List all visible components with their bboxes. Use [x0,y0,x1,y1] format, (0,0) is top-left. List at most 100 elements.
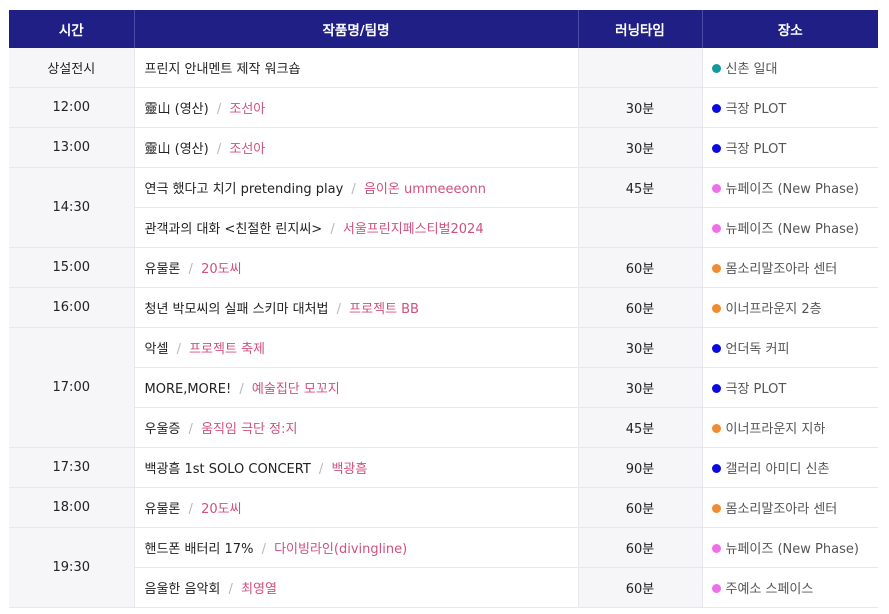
header-work: 작품명/팀명 [133,10,578,48]
team-name: 음이온 ummeeeonn [363,182,486,197]
venue-cell[interactable]: 신촌 일대 [702,48,878,88]
work-title: 유물론 [144,502,181,517]
team-name: 움직임 극단 정:지 [201,422,298,437]
time-cell: 14:30 [9,167,135,248]
work-cell: MORE,MORE! / 예술집단 모꼬지 [134,367,578,408]
separator: / [330,222,335,237]
venue-name: 뉴페이즈 (New Phase) [725,182,859,197]
team-name: 20도씨 [201,262,242,277]
work-cell: 관객과의 대화 <친절한 린지씨> / 서울프린지페스티벌2024 [134,207,578,248]
time-cell: 17:00 [9,327,135,448]
runtime-cell [577,207,703,248]
time-cell: 18:00 [9,487,135,528]
table-row: 15:00 유물론 / 20도씨 60분 몸소리말조아라 센터 [9,247,878,288]
separator: / [351,182,356,197]
team-name: 백광흠 [331,462,368,477]
venue-cell[interactable]: 이너프라운지 지하 [702,407,878,448]
venue-cell[interactable]: 몸소리말조아라 센터 [702,247,878,288]
work-cell: 청년 박모씨의 실패 스키마 대처법 / 프로젝트 BB [134,287,578,328]
venue-dot-icon [711,344,721,353]
table-row: 14:30 연극 했다고 치기 pretending play / 음이온 um… [9,167,878,248]
venue-dot-icon [711,464,721,473]
table-body: 상설전시 프린지 안내멘트 제작 워크숍 신촌 일대 12:00 靈山 (영산)… [9,48,878,608]
venue-name: 주예소 스페이스 [725,582,814,597]
venue-name: 신촌 일대 [725,62,778,77]
work-title: 프린지 안내멘트 제작 워크숍 [144,62,301,77]
table-row: 19:30 핸드폰 배터리 17% / 다이빙라인(divingline) 60… [9,527,878,608]
work-title: 관객과의 대화 <친절한 린지씨> [144,222,323,237]
time-cell: 17:30 [9,447,135,488]
team-name: 최영열 [241,582,277,597]
venue-cell[interactable]: 이너프라운지 2층 [702,287,878,328]
team-name: 20도씨 [201,502,242,517]
venue-dot-icon [711,64,721,73]
work-title: 청년 박모씨의 실패 스키마 대처법 [144,302,329,317]
runtime-cell: 60분 [577,247,703,288]
table-row: 16:00 청년 박모씨의 실패 스키마 대처법 / 프로젝트 BB 60분 이… [9,287,878,328]
runtime-cell: 30분 [577,127,703,168]
venue-name: 극장 PLOT [725,102,787,117]
table-row: MORE,MORE! / 예술집단 모꼬지 30분 극장 PLOT [9,367,878,408]
separator: / [239,382,244,397]
venue-cell[interactable]: 몸소리말조아라 센터 [702,487,878,528]
separator: / [188,502,193,517]
table-header-row: 시간 작품명/팀명 러닝타임 장소 [9,10,878,48]
table-row: 17:30 백광흠 1st SOLO CONCERT / 백광흠 90분 갤러리… [9,447,878,488]
venue-cell[interactable]: 뉴페이즈 (New Phase) [702,207,878,248]
work-title: 우울증 [144,422,181,437]
team-name: 조선아 [229,102,266,117]
runtime-cell: 45분 [577,407,703,448]
work-title: MORE,MORE! [144,382,232,397]
venue-cell[interactable]: 언더독 커피 [702,327,878,368]
runtime-cell: 60분 [577,487,703,528]
venue-dot-icon [711,504,721,513]
venue-cell[interactable]: 뉴페이즈 (New Phase) [702,167,878,208]
schedule-page: 시간 작품명/팀명 러닝타임 장소 상설전시 프린지 안내멘트 제작 워크숍 신… [0,0,889,614]
table-row: 17:00 악셀 / 프로젝트 축제 30분 언더독 커피 [9,327,878,448]
work-title: 핸드폰 배터리 17% [144,542,254,557]
venue-cell[interactable]: 극장 PLOT [702,367,878,408]
venue-name: 갤러리 아미디 신촌 [725,462,830,477]
venue-name: 극장 PLOT [725,142,787,157]
work-cell: 靈山 (영산) / 조선아 [134,127,578,168]
venue-dot-icon [711,264,721,273]
separator: / [318,462,324,477]
venue-dot-icon [711,224,721,233]
table-row: 우울증 / 움직임 극단 정:지 45분 이너프라운지 지하 [9,407,878,448]
venue-cell[interactable]: 극장 PLOT [702,127,878,168]
time-cell: 19:30 [9,527,135,608]
venue-cell[interactable]: 갤러리 아미디 신촌 [702,447,878,488]
team-name: 조선아 [229,142,266,157]
runtime-cell: 45분 [577,167,703,208]
runtime-cell: 60분 [577,287,703,328]
time-cell: 15:00 [9,247,135,288]
work-cell: 靈山 (영산) / 조선아 [134,87,578,128]
separator: / [216,102,222,117]
work-cell: 유물론 / 20도씨 [134,247,578,288]
work-cell: 악셀 / 프로젝트 축제 [134,327,578,368]
venue-dot-icon [711,584,721,593]
table-row: 12:00 靈山 (영산) / 조선아 30분 극장 PLOT [9,87,878,128]
runtime-cell [577,48,703,88]
runtime-cell: 90분 [577,447,703,488]
time-cell: 13:00 [9,127,135,168]
work-cell: 유물론 / 20도씨 [134,487,578,528]
header-runtime: 러닝타임 [577,10,702,48]
venue-cell[interactable]: 주예소 스페이스 [702,567,878,608]
venue-cell[interactable]: 뉴페이즈 (New Phase) [702,527,878,568]
venue-name: 이너프라운지 2층 [725,302,822,317]
work-title: 靈山 (영산) [144,102,209,117]
venue-dot-icon [711,544,721,553]
table-row: 13:00 靈山 (영산) / 조선아 30분 극장 PLOT [9,127,878,168]
runtime-cell: 60분 [577,567,703,608]
work-title: 백광흠 1st SOLO CONCERT [144,462,311,477]
table-row: 상설전시 프린지 안내멘트 제작 워크숍 신촌 일대 [9,48,878,88]
work-title: 연극 했다고 치기 pretending play [144,182,344,197]
separator: / [176,342,181,357]
work-cell: 우울증 / 움직임 극단 정:지 [134,407,578,448]
header-time: 시간 [9,10,134,48]
table-row: 음울한 음악회 / 최영열 60분 주예소 스페이스 [9,567,878,608]
venue-cell[interactable]: 극장 PLOT [702,87,878,128]
separator: / [188,422,193,437]
time-cell: 상설전시 [9,48,135,88]
